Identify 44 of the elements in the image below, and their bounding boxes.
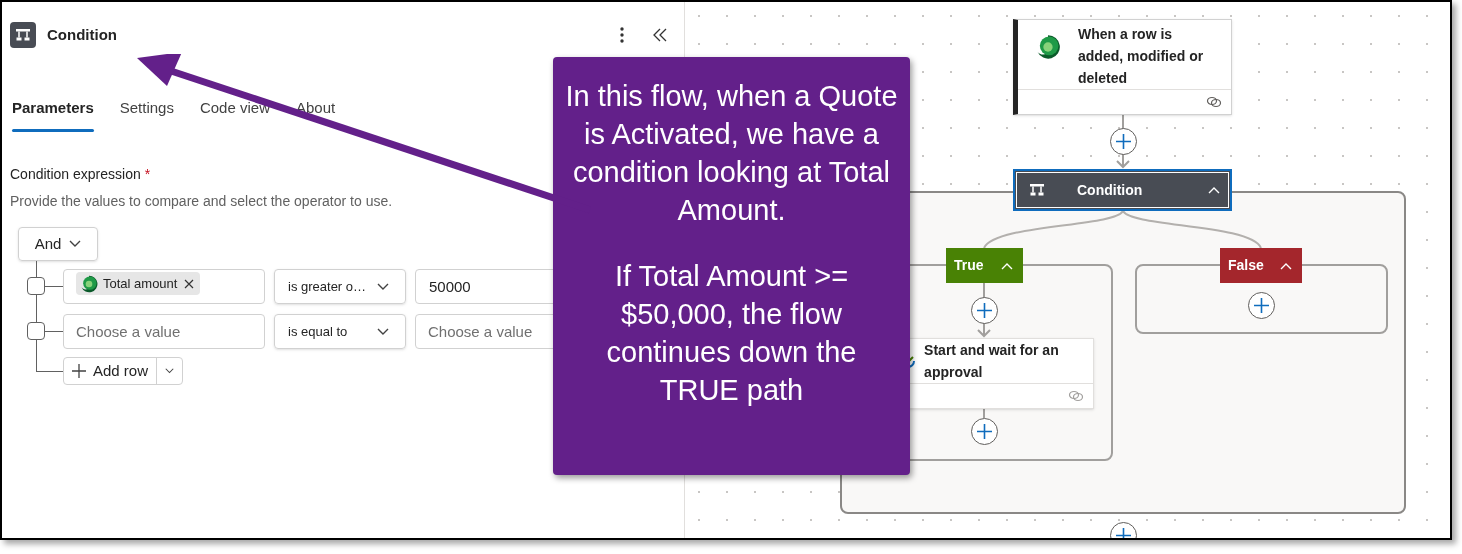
connector-line — [983, 408, 985, 419]
tab[interactable]: Code view — [199, 96, 270, 132]
link-icon — [1068, 390, 1084, 402]
action-title: Start and wait for an approval — [924, 341, 1060, 382]
value-field[interactable]: Choose a value — [63, 314, 265, 349]
link-icon — [1206, 96, 1222, 108]
plus-icon — [1115, 133, 1132, 150]
condition-icon — [10, 22, 36, 48]
branch-header[interactable]: True — [946, 248, 1023, 283]
chevron-down-icon — [69, 240, 82, 248]
trigger-card[interactable]: When a row is added, modified or deleted — [1013, 19, 1232, 115]
chevron-down-icon — [377, 327, 389, 336]
trigger-title: When a row is added, modified or deleted — [1078, 25, 1205, 88]
chevron-up-icon — [1280, 261, 1292, 270]
operator-dropdown[interactable]: is greater o… — [274, 269, 406, 304]
add-step-button[interactable] — [1110, 128, 1137, 155]
condition-icon — [1029, 183, 1045, 197]
panel-title: Condition — [47, 24, 117, 45]
callout-text: If Total Amount >= $50,000, the flow continues down the TRUE path — [605, 259, 858, 408]
tab[interactable]: Settings — [119, 96, 174, 132]
value-field[interactable]: Total amount — [63, 269, 265, 304]
token-label: Total amount — [103, 274, 178, 293]
branch-header[interactable]: False — [1220, 248, 1302, 283]
operator-dropdown[interactable]: is equal to — [274, 314, 406, 349]
plus-icon — [976, 423, 993, 440]
condition-node[interactable]: Condition — [1013, 169, 1232, 211]
chevron-down-icon — [377, 282, 389, 291]
plus-icon — [1253, 297, 1270, 314]
tab[interactable]: Parameters — [12, 96, 94, 132]
chevron-up-icon — [1208, 186, 1220, 194]
more-icon — [620, 27, 624, 43]
field-label: Condition expression — [10, 165, 141, 184]
plus-icon — [976, 302, 993, 319]
callout-text: In this flow, when a Quote is Activated, we have a condition looking at Total Amount. — [565, 79, 898, 228]
double-chevron-left-icon — [653, 28, 667, 42]
plus-icon — [72, 364, 86, 378]
remove-icon[interactable] — [184, 278, 195, 289]
chevron-down-icon — [165, 368, 175, 374]
chevron-up-icon — [1001, 261, 1013, 270]
required-mark: * — [144, 165, 151, 184]
row-checkbox[interactable] — [27, 277, 45, 295]
row-checkbox[interactable] — [27, 322, 45, 340]
group-operator-dropdown[interactable]: And — [18, 227, 98, 261]
field-description: Provide the values to compare and select the operator to use. — [10, 192, 394, 211]
